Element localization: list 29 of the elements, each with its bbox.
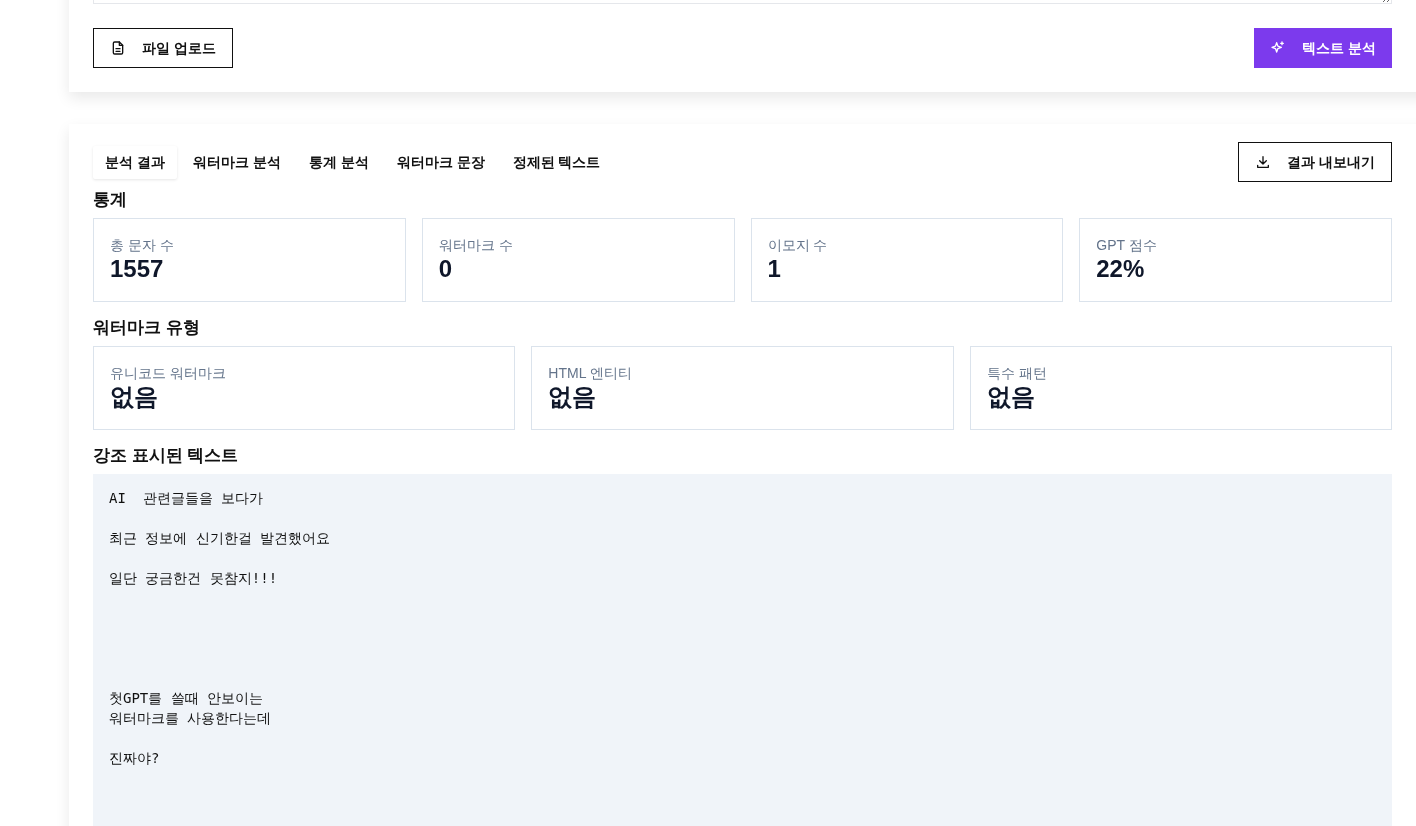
sparkle-icon [1270, 40, 1287, 56]
stat-label: 총 문자 수 [110, 236, 175, 256]
document-icon [110, 40, 126, 56]
tab[interactable]: 통계 분석 [296, 145, 381, 179]
highlighted-text: AI 관련글들을 보다가 최근 정보에 신기한걸 발견했어요 일단 궁금한건 못참지!!! 첫GPT를 쓸때 안보이는 워터마크를 사용한다는데 진짜야? [93, 473, 1392, 826]
stat-label: 특수 패턴 [986, 364, 1048, 384]
tab[interactable]: 분석 결과 [93, 145, 177, 179]
stat-value: 1557 [110, 256, 165, 283]
upload-button[interactable]: 파일 업로드 [93, 28, 233, 68]
export-button[interactable]: 결과 내보내기 [1238, 142, 1392, 182]
tab[interactable]: 워터마크 문장 [384, 145, 497, 179]
stat-label: 이모지 수 [767, 236, 829, 256]
tab[interactable]: 정제된 텍스트 [500, 145, 613, 179]
stat-value: 1 [767, 256, 782, 283]
stat-label: 워터마크 수 [438, 236, 514, 256]
stat-label: HTML 엔티티 [548, 364, 633, 384]
section-title: 강조 표시된 텍스트 [93, 445, 240, 466]
stat-value: 22% [1096, 256, 1146, 283]
stat-label: 유니코드 워터마크 [110, 364, 227, 384]
stat-value: 없음 [110, 384, 159, 411]
tab[interactable]: 워터마크 분석 [180, 145, 293, 179]
analyze-button[interactable]: 텍스트 분석 [1254, 28, 1392, 68]
stat-value: 없음 [986, 384, 1036, 411]
stat-label: GPT 점수 [1096, 236, 1158, 256]
stat-value: 0 [438, 256, 454, 283]
download-icon [1255, 154, 1272, 170]
section-title: 워터마크 유형 [93, 317, 201, 339]
section-title: 통계 [93, 190, 128, 211]
stat-value: 없음 [548, 384, 598, 411]
